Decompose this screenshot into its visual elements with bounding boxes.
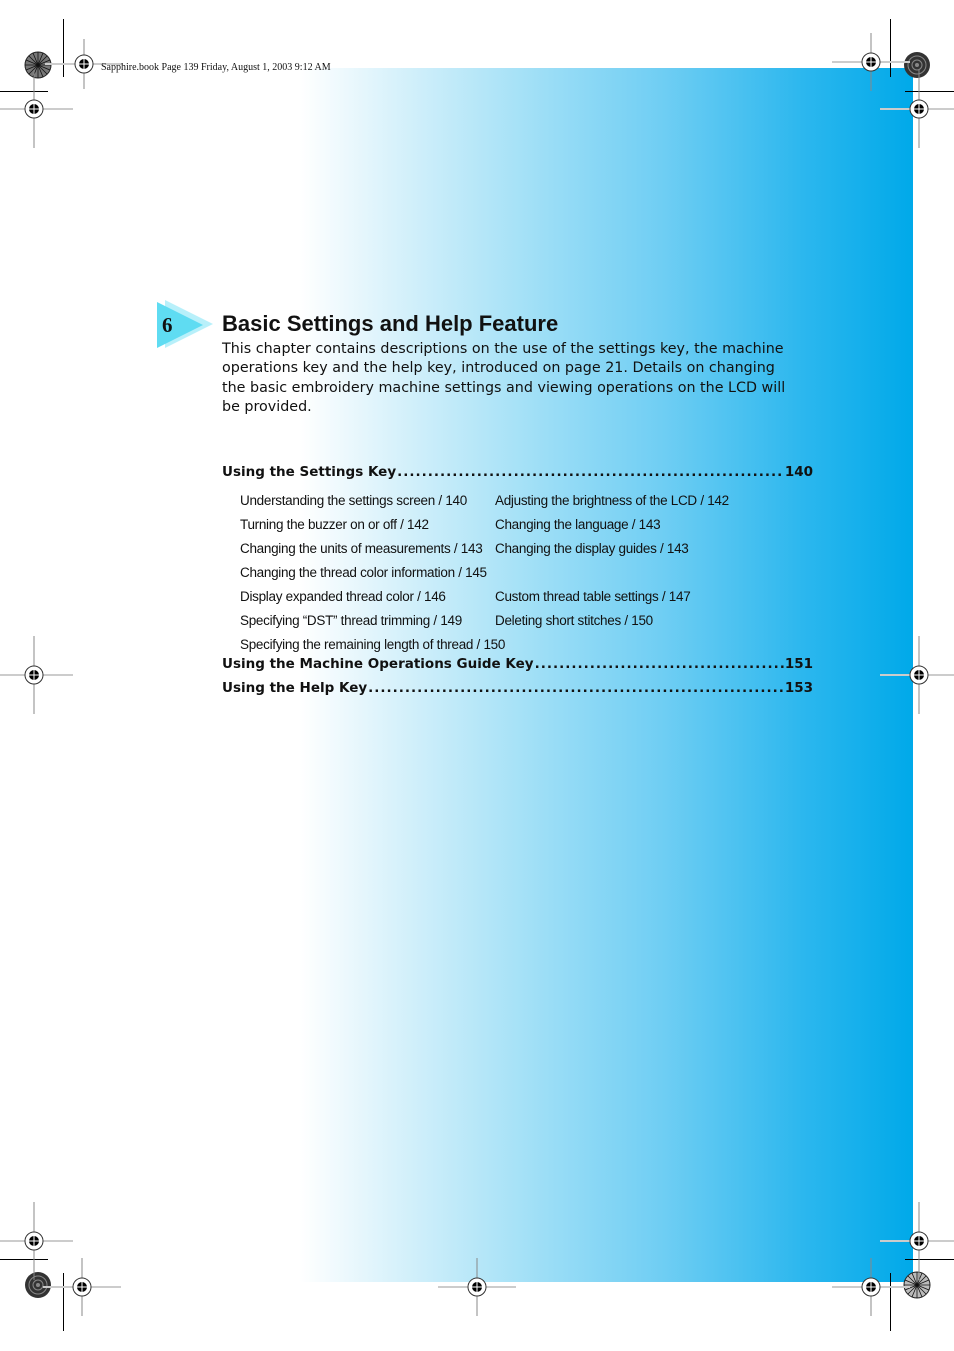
registration-mark-icon [438, 1248, 516, 1326]
registration-mark-icon [832, 1248, 910, 1326]
toc-subentry[interactable]: Specifying “DST” thread trimming / 149 [240, 613, 495, 628]
toc-entry-operations-guide-key[interactable]: Using the Machine Operations Guide Key15… [222, 656, 813, 680]
toc-entry-settings-key[interactable]: Using the Settings Key140 [222, 464, 813, 488]
toc-subentry[interactable]: Adjusting the brightness of the LCD / 14… [495, 493, 729, 508]
toc-page-number: 151 [784, 656, 813, 672]
chapter-number-badge: 6 [155, 300, 221, 350]
toc-subrow: Changing the units of measurements / 143… [222, 536, 813, 560]
toc-subentry[interactable]: Turning the buzzer on or off / 142 [240, 517, 495, 532]
print-slug-line: Sapphire.book Page 139 Friday, August 1,… [101, 62, 331, 73]
toc-page-number: 140 [784, 464, 813, 480]
toc-subrow: Specifying the remaining length of threa… [222, 632, 813, 656]
toc-subentry[interactable]: Changing the language / 143 [495, 517, 661, 532]
toc-page-number: 153 [784, 680, 813, 696]
toc-subrow: Changing the thread color information / … [222, 560, 813, 584]
toc-subentry[interactable]: Changing the thread color information / … [240, 565, 495, 580]
toc-subentry[interactable]: Understanding the settings screen / 140 [240, 493, 495, 508]
toc-subentry[interactable]: Changing the units of measurements / 143 [240, 541, 495, 556]
registration-mark-icon [880, 636, 954, 714]
toc-subrow: Turning the buzzer on or off / 142 Changi… [222, 512, 813, 536]
toc-subentry[interactable]: Display expanded thread color / 146 [240, 589, 495, 604]
toc-subentry[interactable]: Specifying the remaining length of threa… [240, 637, 505, 652]
toc-subentry[interactable]: Custom thread table settings / 147 [495, 589, 691, 604]
toc-subrow: Display expanded thread color / 146 Custo… [222, 584, 813, 608]
toc-subrow: Specifying “DST” thread trimming / 149 De… [222, 608, 813, 632]
registration-mark-icon [43, 1248, 121, 1326]
registration-mark-icon [880, 70, 954, 148]
dot-leader [535, 656, 784, 672]
dot-leader [397, 464, 784, 480]
chapter-intro: This chapter contains descriptions on th… [222, 341, 786, 416]
registration-mark-icon [0, 636, 73, 714]
toc-subentry[interactable]: Deleting short stitches / 150 [495, 613, 653, 628]
toc-subrow: Understanding the settings screen / 140 A… [222, 488, 813, 512]
registration-mark-icon [0, 70, 73, 148]
chapter-title: Basic Settings and Help Feature [222, 311, 559, 336]
toc-entry-help-key[interactable]: Using the Help Key153 [222, 680, 813, 704]
chapter-number: 6 [162, 313, 173, 337]
dot-leader [368, 680, 784, 696]
table-of-contents: Using the Settings Key140 Understanding … [222, 464, 813, 704]
toc-subentry[interactable]: Changing the display guides / 143 [495, 541, 689, 556]
